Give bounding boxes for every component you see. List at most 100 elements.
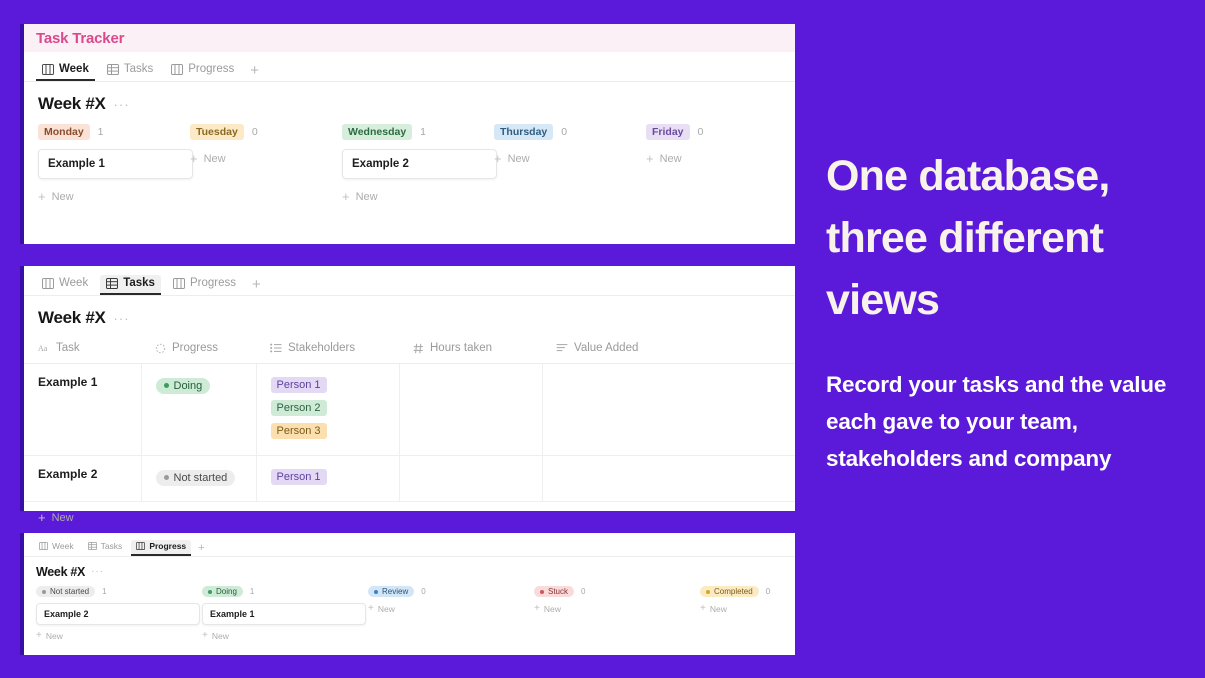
tab-label: Progress: [149, 541, 187, 551]
status-label: Stuck: [548, 587, 569, 596]
add-card-review[interactable]: + New: [368, 603, 534, 615]
table-row[interactable]: Example 2 Not started Person 1: [24, 455, 795, 502]
table-header-row: Aa Task Progress Stakeholders Hours take…: [24, 338, 795, 364]
column-header-progress[interactable]: Progress: [141, 338, 256, 364]
add-card-thursday[interactable]: + New: [494, 149, 646, 168]
plus-icon: +: [700, 603, 706, 614]
status-badge: Not started: [36, 586, 96, 597]
column-header-task[interactable]: Aa Task: [24, 338, 141, 364]
cell-stakeholders[interactable]: Person 1 Person 2 Person 3: [256, 363, 400, 456]
progress-board: Not started 1 Example 2 + New Doing 1 Ex…: [24, 586, 795, 642]
table-row[interactable]: Example 1 Doing Person 1 Person 2 Person…: [24, 363, 795, 456]
tab-week[interactable]: Week: [36, 275, 94, 295]
status-label: Completed: [714, 587, 753, 596]
tab-label: Week: [59, 63, 89, 75]
view-title: Week #X: [38, 94, 106, 113]
column-label: Value Added: [574, 342, 639, 354]
view-options-icon[interactable]: ···: [114, 98, 130, 111]
status-dot: [374, 589, 378, 594]
board-view-icon: [136, 542, 146, 550]
table-view-icon: [87, 542, 97, 550]
week-board-panel: Task Tracker Week Tasks Progress + Week …: [20, 24, 795, 244]
tab-progress[interactable]: Progress: [167, 275, 242, 295]
plus-icon: +: [36, 630, 42, 641]
board-view-icon: [42, 277, 54, 289]
column-header: Wednesday 1: [342, 124, 494, 140]
board-card[interactable]: Example 1: [38, 149, 193, 179]
plus-icon: +: [646, 151, 654, 166]
board-column-thursday: Thursday 0 + New: [494, 124, 646, 206]
board-card[interactable]: Example 2: [36, 603, 200, 625]
column-label: Hours taken: [430, 342, 493, 354]
column-count: 0: [581, 587, 586, 596]
board-column-wednesday: Wednesday 1 Example 2 + New: [342, 124, 497, 206]
status-label: Not started: [173, 471, 228, 484]
cell-value-added[interactable]: [542, 455, 795, 502]
add-card-monday[interactable]: + New: [38, 187, 190, 206]
board-column-not-started: Not started 1 Example 2 + New: [36, 586, 202, 642]
add-card-doing[interactable]: + New: [202, 630, 368, 642]
board-view-icon: [171, 63, 184, 75]
add-card-label: New: [355, 190, 378, 203]
add-card-friday[interactable]: + New: [646, 149, 798, 168]
add-card-tuesday[interactable]: + New: [190, 149, 342, 168]
tab-week[interactable]: Week: [34, 540, 79, 556]
tab-tasks[interactable]: Tasks: [100, 275, 161, 295]
cell-task[interactable]: Example 1: [24, 363, 142, 456]
tab-label: Progress: [188, 63, 235, 75]
column-header: Not started 1: [36, 586, 202, 597]
view-options-icon[interactable]: ···: [114, 312, 130, 325]
cell-hours-taken[interactable]: [399, 363, 543, 456]
add-view-button[interactable]: +: [246, 63, 263, 81]
view-options-icon[interactable]: ···: [91, 567, 104, 577]
add-row-button[interactable]: + New: [24, 502, 795, 534]
status-badge: Doing: [155, 377, 211, 394]
marketing-subcopy: Record your tasks and the value each gav…: [826, 371, 1167, 471]
cell-stakeholders[interactable]: Person 1: [256, 455, 400, 502]
add-card-stuck[interactable]: + New: [534, 603, 700, 615]
plus-icon: +: [38, 189, 46, 204]
board-card[interactable]: Example 2: [342, 149, 497, 179]
cell-progress[interactable]: Not started: [141, 455, 257, 502]
board-column-tuesday: Tuesday 0 + New: [190, 124, 342, 206]
column-header: Doing 1: [202, 586, 368, 597]
view-title-row: Week #X ···: [24, 296, 795, 338]
view-title-row: Week #X ···: [24, 557, 795, 586]
column-header-hours-taken[interactable]: Hours taken: [399, 338, 542, 364]
add-view-button[interactable]: +: [195, 543, 207, 556]
column-count: 0: [251, 126, 258, 138]
add-card-wednesday[interactable]: + New: [342, 187, 494, 206]
tab-progress[interactable]: Progress: [131, 540, 192, 556]
cell-hours-taken[interactable]: [399, 455, 543, 502]
tab-tasks[interactable]: Tasks: [101, 61, 159, 81]
tab-label: Tasks: [123, 63, 154, 75]
add-view-button[interactable]: +: [248, 277, 265, 295]
board-card[interactable]: Example 1: [202, 603, 366, 625]
text-lines-icon: [556, 343, 568, 353]
add-card-completed[interactable]: + New: [700, 603, 866, 615]
status-select-icon: [155, 343, 166, 354]
tab-label: Week: [59, 277, 89, 289]
tab-label: Week: [52, 541, 74, 551]
cell-task[interactable]: Example 2: [24, 455, 142, 502]
status-dot: [540, 589, 544, 594]
board-column-friday: Friday 0 + New: [646, 124, 798, 206]
status-label: Not started: [50, 587, 90, 596]
marketing-copy: One database, three different views Reco…: [826, 146, 1178, 477]
column-header: Monday 1: [38, 124, 190, 140]
add-card-label: New: [507, 152, 530, 165]
tab-label: Tasks: [100, 541, 123, 551]
tab-week[interactable]: Week: [36, 61, 95, 81]
status-badge: Review: [368, 586, 415, 597]
status-label: Review: [382, 587, 409, 596]
column-header-stakeholders[interactable]: Stakeholders: [256, 338, 399, 364]
cell-progress[interactable]: Doing: [141, 363, 257, 456]
tab-progress[interactable]: Progress: [165, 61, 240, 81]
add-card-not-started[interactable]: + New: [36, 630, 202, 642]
tab-tasks[interactable]: Tasks: [83, 540, 128, 556]
plus-icon: +: [494, 151, 502, 166]
cell-value-added[interactable]: [542, 363, 795, 456]
column-header-value-added[interactable]: Value Added: [542, 338, 795, 364]
svg-text:Aa: Aa: [38, 344, 48, 353]
status-badge: Doing: [202, 586, 243, 597]
